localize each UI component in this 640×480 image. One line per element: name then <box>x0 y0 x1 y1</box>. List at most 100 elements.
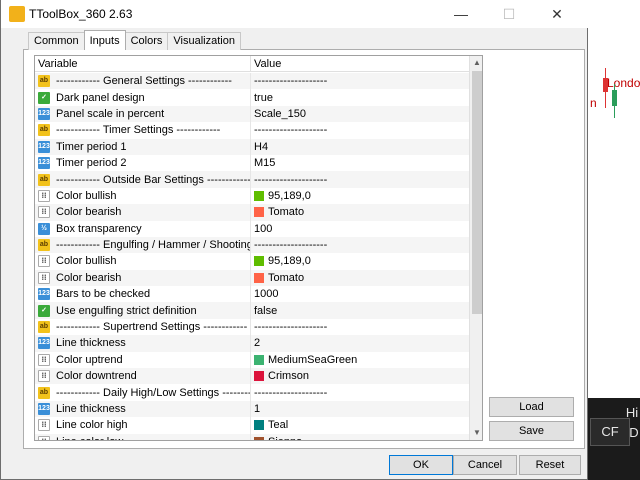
variable-cell: ab ------------ General Settings --------… <box>35 73 251 90</box>
variable-cell: ✓ Dark panel design <box>35 89 251 106</box>
variable-name: ------------ Supertrend Settings -------… <box>56 321 248 334</box>
value-cell[interactable]: M15 <box>251 155 469 171</box>
bool-type-icon: ✓ <box>38 304 50 317</box>
grid-row[interactable]: ⁝⁝ Color downtrend Crimson <box>35 368 469 385</box>
window-title: TToolBox_360 2.63 <box>29 7 133 21</box>
value-cell[interactable]: Teal <box>251 417 469 433</box>
grid-row[interactable]: ½ Box transparency 100 <box>35 220 469 237</box>
ab-type-icon: ab <box>38 75 50 88</box>
grid-row[interactable]: ✓ Use engulfing strict definition false <box>35 302 469 319</box>
grid-row[interactable]: ⁝⁝ Line color low Sienna <box>35 433 469 440</box>
scroll-thumb[interactable] <box>472 71 482 314</box>
app-icon <box>9 6 25 22</box>
value-cell[interactable]: -------------------- <box>251 237 469 253</box>
grid-row[interactable]: ⁝⁝ Color uptrend MediumSeaGreen <box>35 351 469 369</box>
value-cell[interactable]: -------------------- <box>251 73 469 89</box>
reset-button[interactable]: Reset <box>519 455 581 475</box>
grid-row[interactable]: ab ------------ Engulfing / Hammer / Shoo… <box>35 236 469 254</box>
variable-value: Teal <box>268 419 289 432</box>
clr-type-icon: ⁝⁝ <box>38 370 50 383</box>
minimize-button[interactable]: — <box>443 0 479 28</box>
dbl-type-icon: ½ <box>38 222 50 235</box>
title-bar[interactable]: TToolBox_360 2.63 — ☐ ✕ <box>1 0 588 28</box>
variable-value: Tomato <box>268 206 305 219</box>
variable-name: Panel scale in percent <box>56 107 165 120</box>
ok-button[interactable]: OK <box>389 455 453 475</box>
grid-row[interactable]: ⁝⁝ Line color high Teal <box>35 417 469 434</box>
grid-row[interactable]: ⁝⁝ Color bullish 95,189,0 <box>35 253 469 270</box>
grid-row[interactable]: ⁝⁝ Color bearish Tomato <box>35 269 469 287</box>
tab-inputs[interactable]: Inputs <box>83 30 126 50</box>
header-value[interactable]: Value <box>251 56 469 72</box>
grid-row[interactable]: 123 Line thickness 2 <box>35 335 469 352</box>
value-cell[interactable]: 95,189,0 <box>251 253 469 269</box>
grid-row[interactable]: 123 Bars to be checked 1000 <box>35 286 469 303</box>
grid-row[interactable]: 123 Timer period 1 H4 <box>35 138 469 155</box>
color-swatch <box>254 436 264 440</box>
value-cell[interactable]: 95,189,0 <box>251 188 469 204</box>
variable-name: Box transparency <box>56 222 142 235</box>
ab-type-icon: ab <box>38 239 50 252</box>
value-cell[interactable]: -------------------- <box>251 319 469 335</box>
grid-row[interactable]: ab ------------ General Settings --------… <box>35 73 469 90</box>
value-cell[interactable]: true <box>251 89 469 105</box>
value-cell[interactable]: -------------------- <box>251 122 469 138</box>
load-button[interactable]: Load <box>489 397 574 417</box>
tab-common[interactable]: Common <box>28 32 85 50</box>
value-cell[interactable]: H4 <box>251 139 469 155</box>
chart-button-d[interactable]: D <box>626 420 640 448</box>
value-cell[interactable]: 2 <box>251 335 469 351</box>
variable-name: ------------ Outside Bar Settings ------… <box>56 173 251 186</box>
value-cell[interactable]: MediumSeaGreen <box>251 352 469 368</box>
grid-row[interactable]: ✓ Dark panel design true <box>35 89 469 106</box>
value-cell[interactable]: Sienna <box>251 434 469 440</box>
scroll-down-icon[interactable]: ▼ <box>470 426 482 440</box>
variable-cell: ⁝⁝ Color bullish <box>35 253 251 270</box>
cancel-button[interactable]: Cancel <box>453 455 517 475</box>
grid-scrollbar[interactable]: ▲ ▼ <box>469 56 482 440</box>
grid-row[interactable]: 123 Panel scale in percent Scale_150 <box>35 105 469 123</box>
value-cell[interactable]: Crimson <box>251 368 469 384</box>
grid-row[interactable]: ⁝⁝ Color bearish Tomato <box>35 204 469 221</box>
save-button[interactable]: Save <box>489 421 574 441</box>
variable-value: Crimson <box>268 370 309 383</box>
variable-name: Color uptrend <box>56 353 123 366</box>
variable-name: Dark panel design <box>56 91 145 104</box>
grid-row[interactable]: ab ------------ Timer Settings ----------… <box>35 122 469 139</box>
chart-label-n: n <box>590 96 597 110</box>
int-type-icon: 123 <box>38 337 50 350</box>
value-cell[interactable]: Tomato <box>251 204 469 220</box>
variable-cell: ⁝⁝ Color bearish <box>35 269 251 287</box>
value-cell[interactable]: Scale_150 <box>251 106 469 122</box>
value-cell[interactable]: -------------------- <box>251 384 469 400</box>
grid-row[interactable]: ab ------------ Outside Bar Settings ----… <box>35 171 469 188</box>
grid-row[interactable]: ab ------------ Supertrend Settings -----… <box>35 318 469 336</box>
maximize-button[interactable]: ☐ <box>491 0 527 28</box>
variable-cell: 123 Line thickness <box>35 400 251 418</box>
header-variable[interactable]: Variable <box>35 56 251 72</box>
variable-value: -------------------- <box>254 321 328 334</box>
grid-row[interactable]: ⁝⁝ Color bullish 95,189,0 <box>35 187 469 205</box>
scroll-up-icon[interactable]: ▲ <box>470 56 482 70</box>
variable-name: Line thickness <box>56 337 126 350</box>
grid-row[interactable]: ab ------------ Daily High/Low Settings -… <box>35 384 469 401</box>
value-cell[interactable]: Tomato <box>251 270 469 286</box>
grid-row[interactable]: 123 Timer period 2 M15 <box>35 154 469 172</box>
tab-visualization[interactable]: Visualization <box>167 32 241 50</box>
grid-row[interactable]: 123 Line thickness 1 <box>35 400 469 418</box>
value-cell[interactable]: 1 <box>251 401 469 417</box>
variable-name: Color bullish <box>56 255 117 268</box>
value-cell[interactable]: false <box>251 302 469 318</box>
tab-colors[interactable]: Colors <box>124 32 169 50</box>
close-button[interactable]: ✕ <box>539 0 575 28</box>
variable-value: 1000 <box>254 288 279 301</box>
variable-value: -------------------- <box>254 124 328 137</box>
variable-value: false <box>254 304 278 317</box>
value-cell[interactable]: 100 <box>251 221 469 237</box>
chart-label-london: London <box>607 76 640 90</box>
grid-header: Variable Value <box>35 56 469 72</box>
variable-cell: 123 Line thickness <box>35 335 251 352</box>
value-cell[interactable]: 1000 <box>251 286 469 302</box>
int-type-icon: 123 <box>38 107 50 120</box>
value-cell[interactable]: -------------------- <box>251 171 469 187</box>
